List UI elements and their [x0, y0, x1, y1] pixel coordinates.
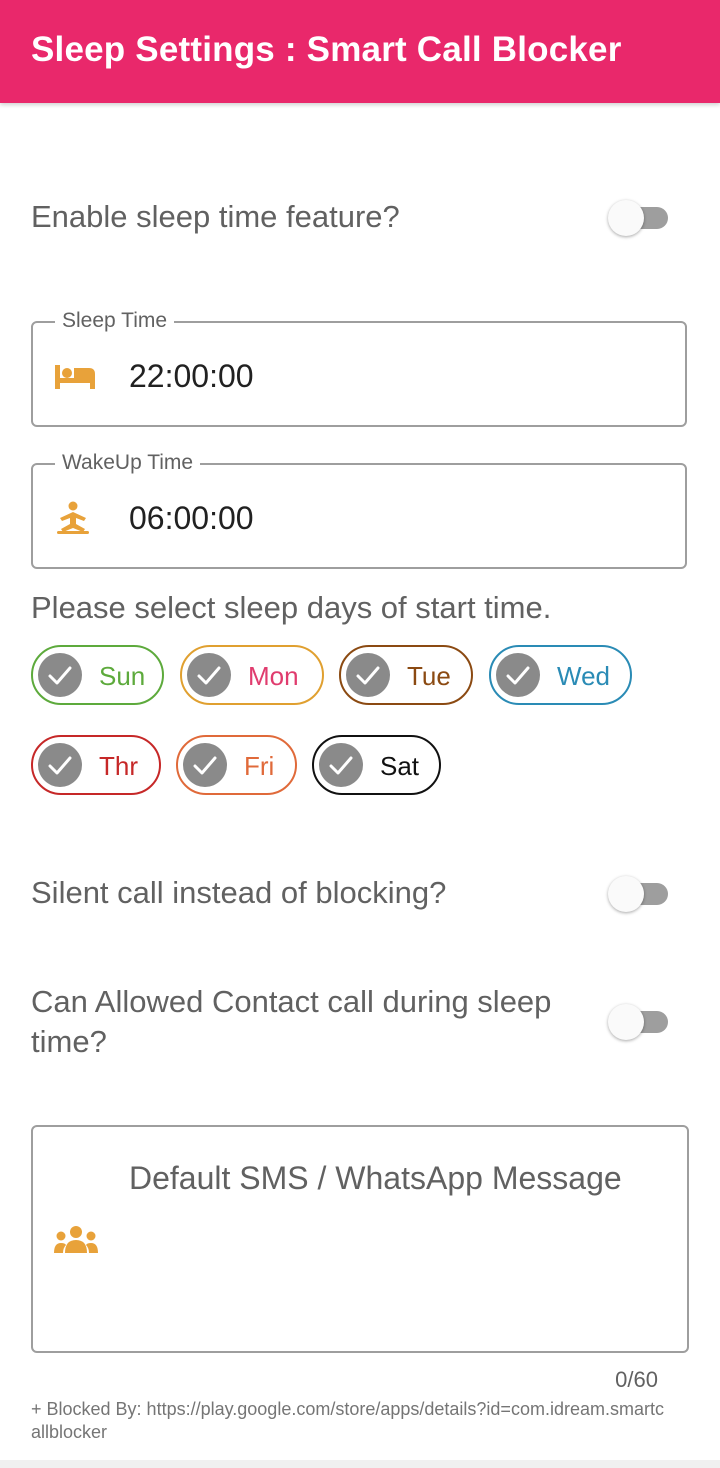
enable-sleep-label: Enable sleep time feature?	[31, 199, 400, 234]
bed-icon	[53, 359, 97, 393]
silent-call-label: Silent call instead of blocking?	[31, 875, 447, 910]
bottom-divider	[0, 1460, 720, 1468]
meditation-icon	[53, 501, 97, 535]
blocked-by-footer: + Blocked By: https://play.google.com/st…	[31, 1399, 664, 1442]
check-icon	[496, 653, 540, 697]
group-icon	[53, 1223, 99, 1257]
day-chip-label: Fri	[244, 751, 275, 781]
app-title: Sleep Settings : Smart Call Blocker	[31, 30, 622, 69]
check-icon	[187, 653, 231, 697]
day-chip-label: Sat	[380, 751, 420, 781]
wakeup-time-value: 06:00:00	[129, 500, 254, 536]
day-chip-mon[interactable]: Mon	[180, 645, 324, 705]
day-chip-label: Thr	[99, 751, 138, 781]
switch-thumb	[608, 200, 644, 236]
day-chip-label: Sun	[99, 661, 146, 691]
day-chip-wed[interactable]: Wed	[489, 645, 632, 705]
sleep-time-label: Sleep Time	[55, 309, 175, 333]
sleep-days-prompt: Please select sleep days of start time.	[31, 590, 552, 625]
allowed-contact-switch[interactable]	[608, 1001, 670, 1041]
enable-sleep-switch[interactable]	[608, 197, 670, 237]
day-chip-sat[interactable]: Sat	[312, 735, 441, 795]
sleep-time-field[interactable]: Sleep Time 22:00:00	[31, 309, 687, 427]
char-counter: 0/60	[615, 1367, 658, 1392]
check-icon	[183, 743, 227, 787]
check-icon	[319, 743, 363, 787]
day-chip-tue[interactable]: Tue	[339, 645, 473, 705]
day-chip-label: Wed	[557, 661, 610, 691]
check-icon	[38, 743, 82, 787]
switch-thumb	[608, 876, 644, 912]
day-chip-thr[interactable]: Thr	[31, 735, 161, 795]
day-chip-label: Mon	[248, 661, 299, 691]
wakeup-time-field[interactable]: WakeUp Time 06:00:00	[31, 451, 687, 569]
wakeup-time-label: WakeUp Time	[55, 451, 201, 475]
check-icon	[346, 653, 390, 697]
silent-call-switch[interactable]	[608, 873, 670, 913]
app-bar: Sleep Settings : Smart Call Blocker	[0, 0, 720, 103]
allowed-contact-label: Can Allowed Contact call during sleep ti…	[31, 984, 552, 1059]
message-input[interactable]: Default SMS / WhatsApp Message	[31, 1125, 689, 1353]
check-icon	[38, 653, 82, 697]
message-placeholder: Default SMS / WhatsApp Message	[129, 1160, 622, 1196]
day-chip-sun[interactable]: Sun	[31, 645, 164, 705]
day-chip-fri[interactable]: Fri	[176, 735, 297, 795]
switch-thumb	[608, 1004, 644, 1040]
day-chip-label: Tue	[407, 661, 451, 691]
sleep-time-value: 22:00:00	[129, 358, 254, 394]
